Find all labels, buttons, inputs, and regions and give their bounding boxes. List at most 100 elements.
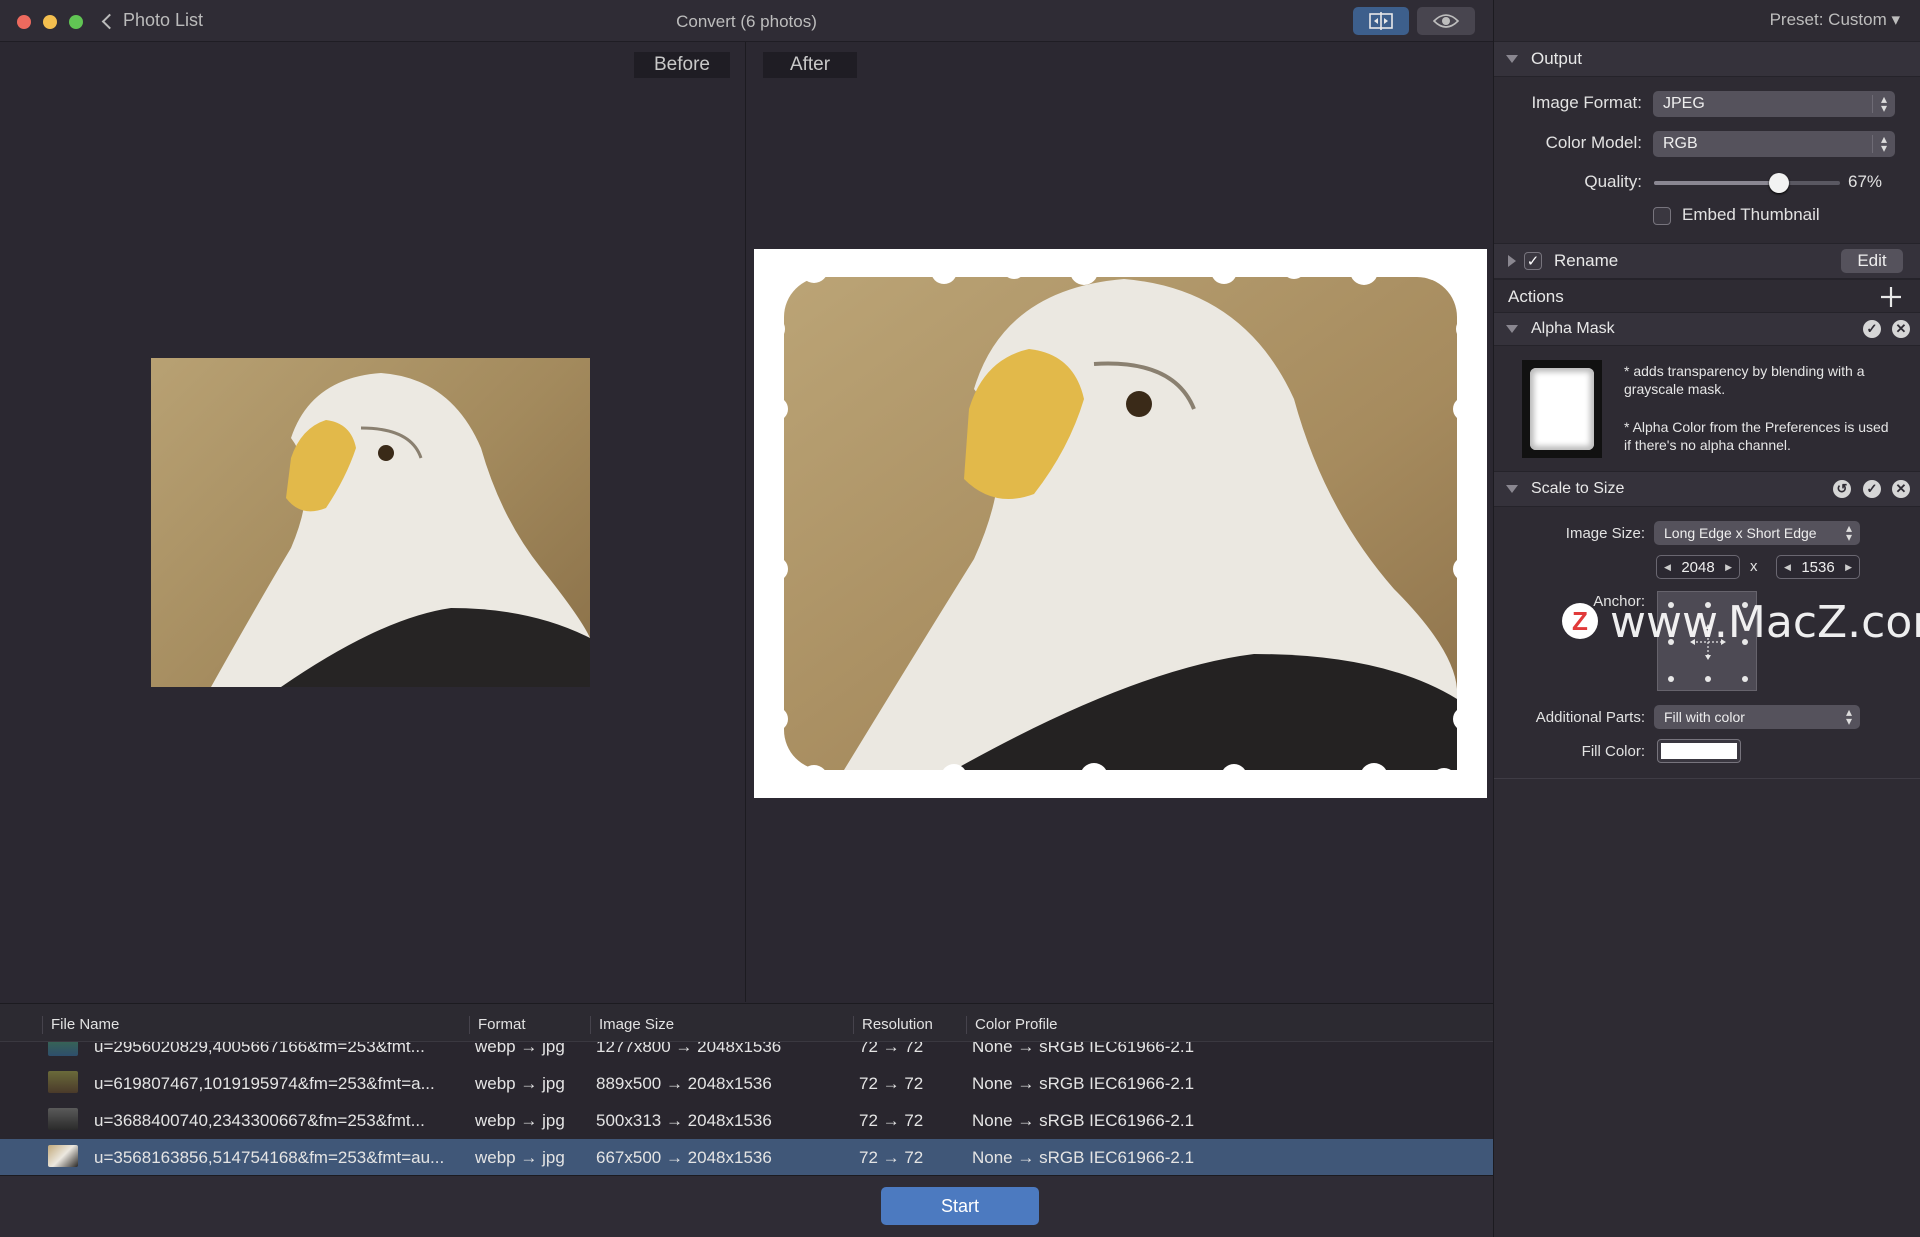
increment-arrow-icon[interactable]: ▶: [1725, 562, 1732, 573]
additional-parts-value: Fill with color: [1664, 709, 1745, 725]
alpha-mask-enable-button[interactable]: ✓: [1863, 320, 1881, 338]
anchor-point[interactable]: [1668, 676, 1674, 682]
quality-slider[interactable]: [1654, 173, 1840, 193]
output-header-label: Output: [1531, 49, 1583, 68]
actions-label: Actions: [1508, 287, 1564, 306]
file-image-size: 889x500 → 2048x1536: [596, 1074, 772, 1093]
file-resolution: 72 → 72: [859, 1074, 924, 1093]
stepper-arrows-icon: ▴ ▾: [1871, 93, 1887, 114]
start-button[interactable]: Start: [881, 1187, 1039, 1225]
rename-checkbox[interactable]: ✓: [1524, 252, 1542, 270]
file-thumbnail: [48, 1071, 78, 1093]
file-name: u=3688400740,2343300667&fm=253&fmt...: [94, 1111, 425, 1130]
eagle-after-image: [757, 253, 1484, 796]
file-thumbnail: [48, 1145, 78, 1167]
additional-parts-popup[interactable]: Fill with color ▴ ▾: [1654, 705, 1860, 729]
file-image-size: 1277x800 → 2048x1536: [596, 1042, 782, 1056]
decrement-arrow-icon[interactable]: ◀: [1664, 562, 1671, 573]
column-header-file-name[interactable]: File Name: [42, 1016, 119, 1034]
after-photo: [754, 249, 1487, 798]
width-value: 2048: [1681, 558, 1715, 576]
anchor-point[interactable]: [1705, 676, 1711, 682]
file-image-size: 667x500 → 2048x1536: [596, 1148, 772, 1167]
eagle-before-image: [211, 373, 590, 687]
additional-parts-label: Additional Parts:: [1535, 709, 1645, 726]
title-bar: Photo List Convert (6 photos): [0, 0, 1493, 42]
file-format: webp → jpg: [475, 1042, 565, 1056]
scale-to-size-label: Scale to Size: [1531, 480, 1625, 497]
file-name: u=2956020829,4005667166&fm=253&fmt...: [94, 1042, 425, 1056]
scale-enable-button[interactable]: ✓: [1863, 480, 1881, 498]
table-row-selected[interactable]: u=3568163856,514754168&fm=253&fmt=au... …: [0, 1139, 1493, 1176]
file-resolution: 72 → 72: [859, 1148, 924, 1167]
times-label: x: [1750, 558, 1758, 575]
file-color-profile: None → sRGB IEC61966-2.1: [972, 1042, 1195, 1056]
quality-label: Quality:: [1584, 172, 1642, 191]
image-size-popup[interactable]: Long Edge x Short Edge ▴ ▾: [1654, 521, 1860, 545]
quality-value: 67%: [1848, 172, 1883, 191]
alpha-mask-thumbnail[interactable]: [1522, 360, 1602, 458]
rename-edit-button[interactable]: Edit: [1841, 249, 1903, 273]
file-color-profile: None → sRGB IEC61966-2.1: [972, 1111, 1195, 1130]
add-action-button[interactable]: [1880, 286, 1902, 308]
file-format: webp → jpg: [475, 1148, 565, 1167]
output-section-header[interactable]: Output: [1494, 41, 1920, 77]
preview-eye-toggle[interactable]: [1417, 7, 1475, 35]
disclosure-down-icon: [1506, 485, 1518, 493]
actions-section-header: Actions: [1494, 279, 1920, 315]
image-size-label: Image Size:: [1565, 525, 1645, 542]
table-row[interactable]: u=3688400740,2343300667&fm=253&fmt... we…: [0, 1102, 1493, 1139]
alpha-mask-label: Alpha Mask: [1531, 320, 1615, 337]
table-header: File Name Format Image Size Resolution C…: [0, 1004, 1493, 1042]
file-image-size: 500x313 → 2048x1536: [596, 1111, 772, 1130]
stepper-arrows-icon: ▴ ▾: [1845, 521, 1852, 544]
table-row[interactable]: u=619807467,1019195974&fm=253&fmt=a... w…: [0, 1065, 1493, 1102]
alpha-mask-remove-button[interactable]: ✕: [1892, 320, 1910, 338]
alpha-mask-section-header[interactable]: Alpha Mask: [1494, 312, 1920, 346]
column-header-image-size[interactable]: Image Size: [590, 1016, 674, 1034]
decrement-arrow-icon[interactable]: ◀: [1784, 562, 1791, 573]
image-format-label: Image Format:: [1531, 93, 1642, 112]
alpha-mask-note-2: * Alpha Color from the Preferences is us…: [1624, 419, 1889, 453]
color-model-value: RGB: [1663, 135, 1698, 152]
image-format-popup[interactable]: JPEG ▴ ▾: [1653, 91, 1895, 117]
scale-remove-button[interactable]: ✕: [1892, 480, 1910, 498]
table-row[interactable]: u=2956020829,4005667166&fm=253&fmt... we…: [0, 1042, 1493, 1065]
height-stepper[interactable]: ◀ 1536 ▶: [1776, 555, 1860, 579]
column-header-resolution[interactable]: Resolution: [853, 1016, 933, 1034]
file-name: u=3568163856,514754168&fm=253&fmt=au...: [94, 1148, 445, 1167]
column-header-format[interactable]: Format: [469, 1016, 526, 1034]
fill-color-well[interactable]: [1657, 739, 1741, 763]
column-header-color-profile[interactable]: Color Profile: [966, 1016, 1058, 1034]
split-view-toggle[interactable]: [1353, 7, 1409, 35]
scale-reset-button[interactable]: ↺: [1833, 480, 1851, 498]
bottom-bar: Start: [0, 1175, 1493, 1237]
before-photo: [151, 358, 590, 687]
image-size-value: Long Edge x Short Edge: [1664, 525, 1817, 541]
watermark-text: www.MacZ.com: [1610, 597, 1920, 648]
eye-icon: [1433, 14, 1459, 28]
embed-thumbnail-checkbox[interactable]: [1653, 207, 1671, 225]
scale-to-size-section-header[interactable]: Scale to Size: [1494, 471, 1920, 507]
file-color-profile: None → sRGB IEC61966-2.1: [972, 1074, 1195, 1093]
preset-menu[interactable]: Preset: Custom ▾: [1770, 10, 1900, 30]
anchor-point[interactable]: [1742, 676, 1748, 682]
embed-thumbnail-label: Embed Thumbnail: [1682, 205, 1820, 224]
watermark-logo: Z: [1562, 603, 1598, 639]
plus-icon: [1881, 287, 1901, 307]
fill-color-label: Fill Color:: [1581, 743, 1645, 760]
file-format: webp → jpg: [475, 1074, 565, 1093]
file-color-profile: None → sRGB IEC61966-2.1: [972, 1148, 1195, 1167]
alpha-mask-note-1: * adds transparency by blending with a g…: [1624, 363, 1865, 397]
after-label: After: [763, 52, 857, 78]
file-thumbnail: [48, 1042, 78, 1056]
color-model-popup[interactable]: RGB ▴ ▾: [1653, 131, 1895, 157]
file-thumbnail: [48, 1108, 78, 1130]
disclosure-down-icon: [1506, 325, 1518, 333]
width-stepper[interactable]: ◀ 2048 ▶: [1656, 555, 1740, 579]
file-resolution: 72 → 72: [859, 1042, 924, 1056]
preview-divider: [745, 42, 746, 1002]
quality-slider-knob[interactable]: [1768, 173, 1789, 193]
split-compare-icon: [1369, 12, 1393, 30]
increment-arrow-icon[interactable]: ▶: [1845, 562, 1852, 573]
